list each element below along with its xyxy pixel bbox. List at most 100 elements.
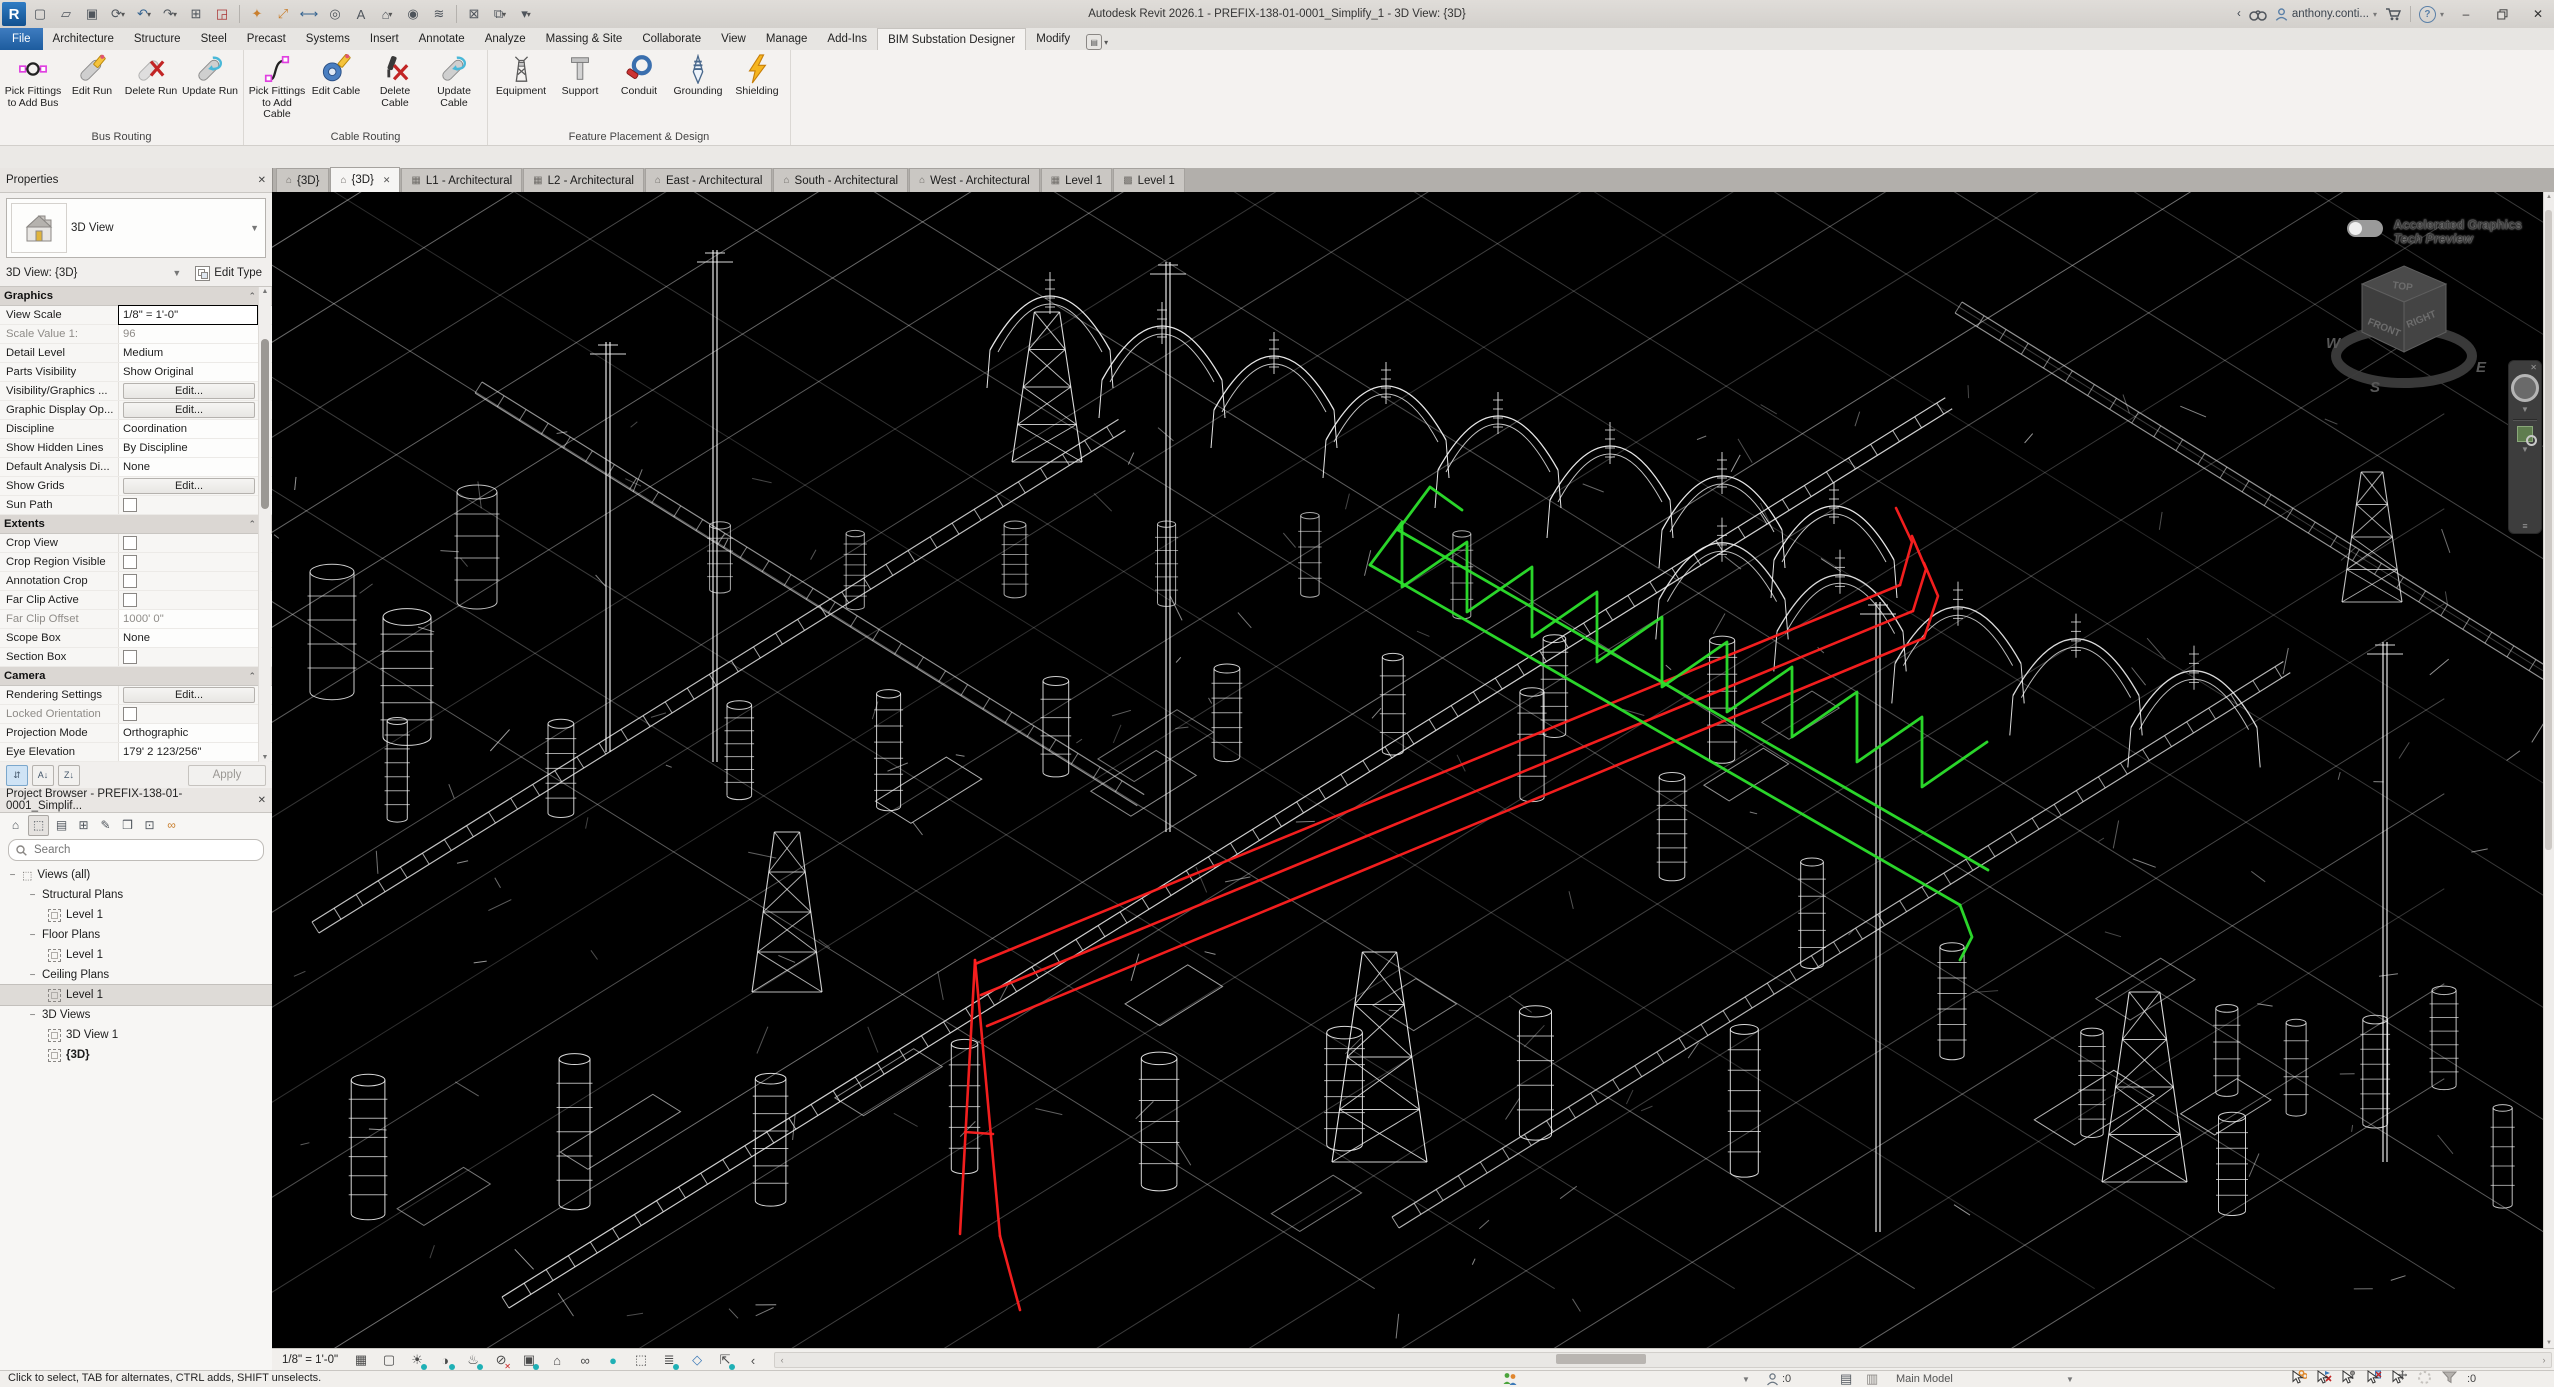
ribbon-tab-analyze[interactable]: Analyze [475, 28, 536, 50]
property-value[interactable]: Show Original [118, 363, 258, 381]
temp-hide-isolate-icon[interactable]: ● [604, 1353, 622, 1368]
schedules-icon[interactable]: ⊞ [74, 816, 93, 835]
horizontal-scrollbar[interactable]: ‹ › [774, 1352, 2552, 1368]
property-value[interactable]: None [118, 458, 258, 476]
close-icon[interactable]: ✕ [2530, 363, 2537, 372]
steering-wheel-icon[interactable] [2511, 374, 2539, 402]
delete-run-button[interactable]: Delete Run [122, 52, 180, 100]
pin-icon[interactable]: ✦ [245, 3, 269, 25]
scroll-right-icon[interactable]: › [2537, 1353, 2551, 1367]
view-tab-l1-architectural[interactable]: ▦L1 - Architectural [401, 168, 522, 192]
link-icon[interactable]: ∞ [162, 816, 181, 835]
sun-path-icon[interactable]: ☀ [408, 1352, 426, 1368]
ribbon-collapse-icon[interactable]: ‹ [2237, 8, 2241, 20]
equipment-button[interactable]: Equipment [492, 52, 550, 100]
edit-button[interactable]: Edit... [123, 478, 255, 494]
close-icon[interactable]: ✕ [383, 175, 391, 186]
delete-cable-button[interactable]: Delete Cable [366, 52, 424, 111]
display-style-icon[interactable]: ▢ [380, 1352, 398, 1368]
close-icon[interactable]: ✕ [258, 795, 266, 806]
help-menu[interactable]: ?▾ [2419, 6, 2444, 23]
aligned-dimension-icon[interactable]: ⟷ [297, 3, 321, 25]
tree-item-3d-view-1[interactable]: 3D View 1 [0, 1025, 272, 1045]
chevron-down-icon[interactable]: ▼ [250, 223, 259, 233]
save-icon[interactable]: ▣ [80, 3, 104, 25]
pick-fittings-to-add-cable-button[interactable]: Pick Fittingsto Add Cable [248, 52, 306, 123]
crop-view-icon[interactable]: ⊘✕ [492, 1352, 510, 1368]
chevron-down-icon[interactable]: ▼ [172, 268, 181, 278]
collapse-icon[interactable]: − [8, 870, 17, 881]
sync-icon[interactable]: ⟳▾ [106, 3, 130, 25]
scroll-up-icon[interactable]: ▲ [2544, 194, 2554, 200]
tree-item-views-all-[interactable]: −⬚Views (all) [0, 865, 272, 885]
select-underlay-icon[interactable] [2317, 1370, 2332, 1387]
sort-ascending-button[interactable]: A↓ [32, 765, 54, 786]
tree-item--3d-[interactable]: {3D} [0, 1045, 272, 1065]
property-value[interactable]: 96 [118, 325, 258, 343]
ribbon-tab-modify[interactable]: Modify [1026, 28, 1080, 50]
thin-lines-icon[interactable]: ≋ [427, 3, 451, 25]
scroll-left-icon[interactable]: ‹ [775, 1353, 789, 1367]
views-icon[interactable]: ⬚ [28, 815, 49, 836]
view-tab-l2-architectural[interactable]: ▦L2 - Architectural [523, 168, 644, 192]
ribbon-tab-steel[interactable]: Steel [191, 28, 237, 50]
pick-fittings-to-add-bus-button[interactable]: Pick Fittingsto Add Bus [4, 52, 62, 111]
ribbon-tab-insert[interactable]: Insert [360, 28, 409, 50]
instance-selector-label[interactable]: 3D View: {3D} [6, 267, 77, 279]
support-button[interactable]: Support [551, 52, 609, 100]
design-option-dropdown[interactable]: ▼ [2066, 1371, 2074, 1387]
revit-links-icon[interactable]: ⊡ [140, 816, 159, 835]
viewcube-graphic[interactable]: WSETOPFRONTRIGHT [2308, 244, 2508, 424]
account-menu[interactable]: anthony.conti...▾ [2275, 8, 2377, 21]
section-header-graphics[interactable]: Graphics⌃ [0, 287, 272, 306]
default-3d-icon[interactable]: ⌂▾ [375, 3, 399, 25]
close-hidden-icon[interactable]: ⊠ [462, 3, 486, 25]
accelerated-graphics-toggle[interactable] [2347, 220, 2383, 237]
checkbox[interactable] [123, 536, 137, 550]
conduit-button[interactable]: Conduit [610, 52, 668, 100]
select-links-icon[interactable] [2292, 1370, 2307, 1387]
render-icon[interactable]: ◉ [401, 3, 425, 25]
revit-logo[interactable]: R [2, 2, 26, 26]
measure-icon[interactable]: ⤢ [271, 3, 295, 25]
checkbox[interactable] [123, 498, 137, 512]
view-tab-south-architectural[interactable]: ⌂South - Architectural [773, 168, 908, 192]
ribbon-tab-structure[interactable]: Structure [124, 28, 191, 50]
redo-icon[interactable]: ↷▾ [158, 3, 182, 25]
tree-item-level-1[interactable]: Level 1 [0, 985, 272, 1005]
isolate-selection-icon[interactable]: ⬚ [632, 1352, 650, 1368]
properties-scrollbar[interactable]: ▲▼ [258, 287, 271, 762]
search-box[interactable] [8, 839, 264, 861]
property-value[interactable]: Medium [118, 344, 258, 362]
update-cable-button[interactable]: Update Cable [425, 52, 483, 111]
scroll-up-icon[interactable]: ▲ [259, 288, 271, 295]
view-tab-east-architectural[interactable]: ⌂East - Architectural [645, 168, 773, 192]
collapse-icon[interactable]: − [28, 1010, 37, 1021]
switch-windows-icon[interactable]: ⧉▾ [488, 3, 512, 25]
select-pinned-icon[interactable] [2342, 1370, 2357, 1387]
ribbon-tab-precast[interactable]: Precast [237, 28, 296, 50]
edit-cable-button[interactable]: Edit Cable [307, 52, 365, 100]
tree-item-3d-views[interactable]: −3D Views [0, 1005, 272, 1025]
section-header-extents[interactable]: Extents⌃ [0, 515, 272, 534]
shielding-button[interactable]: Shielding [728, 52, 786, 100]
crop-region-icon[interactable]: ▣ [520, 1352, 538, 1368]
edit-type-button[interactable]: Edit Type [191, 265, 266, 282]
viewcube[interactable]: WSETOPFRONTRIGHT [2308, 244, 2508, 424]
qat-customize-icon[interactable]: ▾▾ [514, 3, 538, 25]
tree-item-level-1[interactable]: Level 1 [0, 945, 272, 965]
editable-worksets[interactable]: :0 [1766, 1371, 1791, 1387]
view-scale-button[interactable]: 1/8" = 1'-0" [282, 1354, 338, 1366]
drawing-area[interactable]: Accelerated Graphics Tech Preview WSETOP… [272, 192, 2544, 1348]
tree-item-floor-plans[interactable]: −Floor Plans [0, 925, 272, 945]
3d-wireframe-view[interactable] [272, 192, 2544, 1348]
tree-item-ceiling-plans[interactable]: −Ceiling Plans [0, 965, 272, 985]
design-options-edit-icon[interactable]: ▥ [1866, 1371, 1878, 1387]
zoom-icon[interactable] [2517, 426, 2533, 442]
edit-button[interactable]: Edit... [123, 383, 255, 399]
ribbon-display-toggle[interactable]: ▤▾ [1086, 34, 1108, 50]
collapse-icon[interactable]: − [28, 970, 37, 981]
restore-button[interactable] [2488, 2, 2516, 26]
groups-icon[interactable]: ❒ [118, 816, 137, 835]
ribbon-tab-collaborate[interactable]: Collaborate [632, 28, 711, 50]
